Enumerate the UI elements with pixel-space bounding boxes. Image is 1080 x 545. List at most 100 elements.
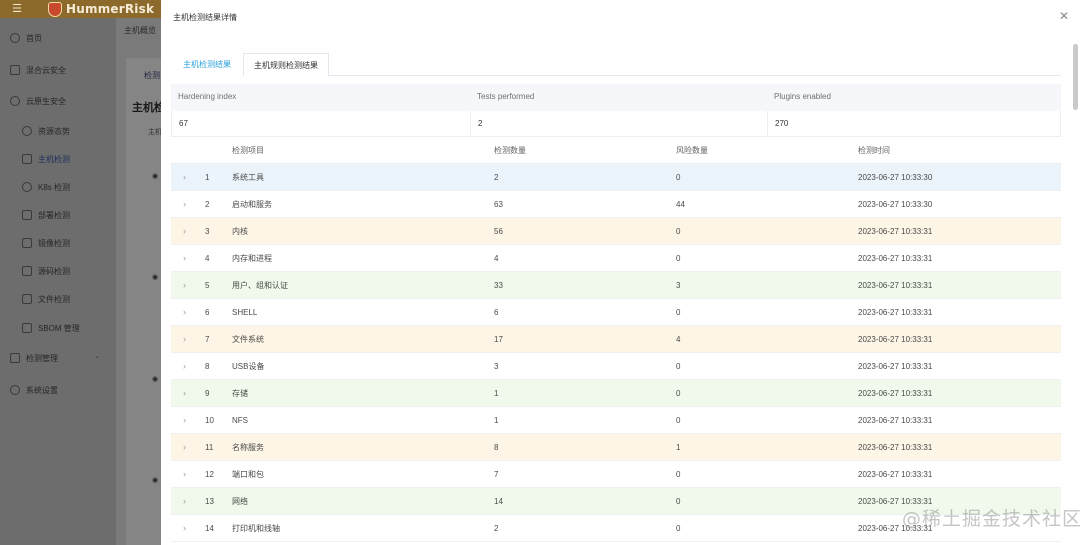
sidebar-item-code[interactable]: 源码检测 (0, 260, 116, 282)
table-row[interactable]: › 7 文件系统 17 4 2023-06-27 10:33:31 (171, 326, 1061, 353)
row-item-name: 打印机和线轴 (232, 524, 280, 533)
sidebar-item-hybrid-cloud[interactable]: 混合云安全 (0, 59, 116, 81)
row-item-name: 名称服务 (232, 443, 264, 452)
table-row[interactable]: › 3 内核 56 0 2023-06-27 10:33:31 (171, 218, 1061, 245)
row-risk: 0 (676, 416, 681, 425)
row-time: 2023-06-27 10:33:31 (858, 470, 933, 479)
table-row[interactable]: › 8 USB设备 3 0 2023-06-27 10:33:31 (171, 353, 1061, 380)
result-detail-dialog: 主机检测结果详情 ✕ 主机检测结果 主机规则检测结果 Hardening ind… (161, 0, 1080, 545)
row-risk: 0 (676, 362, 681, 371)
sidebar-item-label: SBOM 管理 (38, 323, 80, 333)
row-item-name: 内存和进程 (232, 254, 272, 263)
row-risk: 0 (676, 524, 681, 533)
row-index: 4 (205, 254, 210, 263)
row-index: 7 (205, 335, 210, 344)
chevron-right-icon[interactable]: › (183, 191, 186, 218)
row-time: 2023-06-27 10:33:31 (858, 308, 933, 317)
row-time: 2023-06-27 10:33:31 (858, 227, 933, 236)
row-risk: 0 (676, 254, 681, 263)
table-row[interactable]: › 6 SHELL 6 0 2023-06-27 10:33:31 (171, 299, 1061, 326)
sidebar-item-label: 资源态势 (38, 126, 70, 136)
resource-icon (22, 126, 32, 136)
row-item-name: 存储 (232, 389, 248, 398)
row-index: 5 (205, 281, 210, 290)
row-index: 6 (205, 308, 210, 317)
table-row[interactable]: › 2 启动和服务 63 44 2023-06-27 10:33:30 (171, 191, 1061, 218)
table-row[interactable]: › 10 NFS 1 0 2023-06-27 10:33:31 (171, 407, 1061, 434)
chevron-right-icon[interactable]: › (183, 353, 186, 380)
sidebar-item-home[interactable]: 首页 (0, 27, 116, 49)
result-tabs: 主机检测结果 主机规则检测结果 (171, 53, 1061, 76)
row-risk: 0 (676, 497, 681, 506)
chevron-right-icon[interactable]: › (183, 380, 186, 407)
sidebar-item-cloud-native[interactable]: 云原生安全 (0, 90, 116, 112)
column-header-count: 检测数量 (494, 146, 526, 155)
row-item-name: 用户、组和认证 (232, 281, 288, 290)
sidebar: 首页 混合云安全 云原生安全 资源态势 主机检测 K8s 检测 部署检测 镜像检… (0, 18, 116, 545)
menu-icon[interactable]: ☰ (11, 3, 23, 15)
sidebar-item-label: 混合云安全 (26, 65, 66, 75)
row-count: 56 (494, 227, 503, 236)
chevron-right-icon[interactable]: › (183, 164, 186, 191)
table-body: › 1 系统工具 2 0 2023-06-27 10:33:30 › 2 启动和服务 63 44 20… (171, 164, 1061, 542)
chevron-right-icon[interactable]: › (183, 272, 186, 299)
row-risk: 1 (676, 443, 681, 452)
background-tab: 检测 (144, 71, 160, 80)
summary-header: Hardening index Tests performed Plugins … (171, 84, 1061, 111)
chevron-right-icon[interactable]: › (183, 326, 186, 353)
row-time: 2023-06-27 10:33:31 (858, 443, 933, 452)
row-risk: 0 (676, 227, 681, 236)
summary-plugins-value: 270 (775, 119, 789, 128)
table-row[interactable]: › 4 内存和进程 4 0 2023-06-27 10:33:31 (171, 245, 1061, 272)
host-icon: ◉ (152, 173, 159, 180)
sidebar-item-resource[interactable]: 资源态势 (0, 120, 116, 142)
chevron-right-icon[interactable]: › (183, 461, 186, 488)
chevron-right-icon[interactable]: › (183, 299, 186, 326)
row-index: 9 (205, 389, 210, 398)
row-index: 11 (205, 443, 214, 452)
dialog-title: 主机检测结果详情 (173, 13, 237, 22)
table-row[interactable]: › 11 名称服务 8 1 2023-06-27 10:33:31 (171, 434, 1061, 461)
sidebar-item-image[interactable]: 镜像检测 (0, 232, 116, 254)
sidebar-item-file[interactable]: 文件检测 (0, 288, 116, 310)
row-count: 8 (494, 443, 499, 452)
chevron-right-icon[interactable]: › (183, 218, 186, 245)
scrollbar[interactable] (1073, 44, 1078, 110)
summary-header-plugins: Plugins enabled (774, 92, 831, 101)
deploy-icon (22, 210, 32, 220)
table-row[interactable]: › 9 存储 1 0 2023-06-27 10:33:31 (171, 380, 1061, 407)
sidebar-item-manage[interactable]: 检测管理 ⌄ (0, 347, 116, 369)
chevron-right-icon[interactable]: › (183, 488, 186, 515)
table-row[interactable]: › 12 端口和包 7 0 2023-06-27 10:33:31 (171, 461, 1061, 488)
row-item-name: SHELL (232, 308, 258, 317)
row-index: 2 (205, 200, 210, 209)
image-icon (22, 238, 32, 248)
sidebar-item-host[interactable]: 主机检测 (0, 148, 116, 170)
sidebar-item-settings[interactable]: 系统设置 (0, 379, 116, 401)
host-icon: ◉ (152, 376, 159, 383)
manage-icon (10, 353, 20, 363)
row-index: 8 (205, 362, 210, 371)
table-row[interactable]: › 5 用户、组和认证 33 3 2023-06-27 10:33:31 (171, 272, 1061, 299)
host-icon: ◉ (152, 477, 159, 484)
chevron-down-icon: ⌄ (94, 353, 100, 360)
row-time: 2023-06-27 10:33:31 (858, 335, 933, 344)
row-index: 3 (205, 227, 210, 236)
row-count: 1 (494, 389, 499, 398)
chevron-right-icon[interactable]: › (183, 434, 186, 461)
sidebar-item-deploy[interactable]: 部署检测 (0, 204, 116, 226)
chevron-right-icon[interactable]: › (183, 245, 186, 272)
chevron-right-icon[interactable]: › (183, 407, 186, 434)
k8s-icon (22, 182, 32, 192)
sidebar-item-label: 文件检测 (38, 294, 70, 304)
row-count: 1 (494, 416, 499, 425)
tab-host-rule-result[interactable]: 主机规则检测结果 (243, 53, 329, 76)
summary-hardening-value: 67 (172, 111, 471, 137)
sidebar-item-k8s[interactable]: K8s 检测 (0, 176, 116, 198)
table-row[interactable]: › 1 系统工具 2 0 2023-06-27 10:33:30 (171, 164, 1061, 191)
chevron-right-icon[interactable]: › (183, 515, 186, 542)
tab-host-result[interactable]: 主机检测结果 (171, 53, 243, 76)
summary-values: 67 2 270 (171, 111, 1061, 137)
sidebar-item-sbom[interactable]: SBOM 管理 (0, 317, 116, 339)
close-icon[interactable]: ✕ (1057, 9, 1071, 23)
